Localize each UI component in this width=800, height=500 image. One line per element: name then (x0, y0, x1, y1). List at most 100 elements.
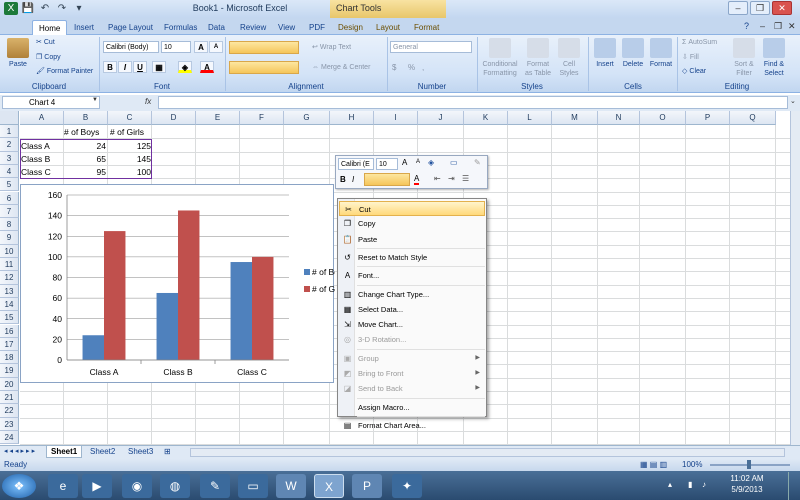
row-header[interactable]: 6 (0, 191, 19, 205)
menu-item-move-chart[interactable]: ⇲ Move Chart... (339, 317, 485, 332)
column-header[interactable]: F (240, 111, 284, 125)
column-header[interactable]: C (108, 111, 152, 125)
mini-align-buttons[interactable] (364, 173, 410, 186)
format-as-table-button[interactable]: Format as Table (523, 38, 553, 78)
tab-formulas[interactable]: Formulas (158, 20, 203, 35)
column-header[interactable]: I (374, 111, 418, 125)
align-top-buttons[interactable] (229, 41, 299, 54)
clear-button[interactable]: ◇ Clear (682, 67, 706, 76)
row-header[interactable]: 4 (0, 164, 19, 179)
paste-button[interactable]: Paste (4, 38, 32, 69)
powerpoint-icon[interactable]: P (352, 474, 382, 498)
row-header[interactable]: 5 (0, 178, 19, 192)
menu-item-reset-to-match-style[interactable]: ↺ Reset to Match Style (339, 250, 485, 265)
close-button[interactable]: ✕ (772, 1, 792, 15)
folder-icon[interactable]: ▭ (238, 474, 268, 498)
tab-home[interactable]: Home (32, 20, 68, 35)
mini-shape-outline-icon[interactable]: ▭ (450, 158, 458, 167)
tab-design[interactable]: Design (332, 20, 369, 35)
zoom-level[interactable]: 100% (682, 460, 702, 469)
clock-date[interactable]: 5/9/2013 (724, 485, 770, 494)
excel-logo-icon[interactable]: X (4, 2, 18, 15)
mini-bullets-icon[interactable]: ☰ (462, 174, 469, 183)
column-header[interactable]: J (418, 111, 464, 125)
bold-button[interactable]: B (103, 61, 117, 73)
copy-button[interactable]: ❐ Copy (36, 53, 61, 62)
help-icon[interactable]: ? (744, 21, 749, 31)
show-desktop-button[interactable] (788, 472, 800, 500)
insert-cells-button[interactable]: Insert (592, 38, 618, 69)
mini-font-select[interactable]: Calibri (E (338, 158, 374, 170)
delete-cells-button[interactable]: Delete (620, 38, 646, 69)
pencil-app-icon[interactable]: ✎ (200, 474, 230, 498)
formula-input[interactable] (158, 96, 788, 109)
percent-button[interactable]: % (408, 63, 415, 72)
underline-button[interactable]: U (133, 61, 147, 73)
fx-icon[interactable]: fx (145, 97, 151, 106)
menu-item-format-chart-area[interactable]: ▤ Format Chart Area... (339, 418, 485, 433)
cell-girls[interactable]: 100 (108, 165, 151, 179)
header-boys[interactable]: # of Boys (64, 125, 99, 139)
tray-network-icon[interactable]: ▮ (688, 480, 692, 489)
row-header[interactable]: 13 (0, 284, 19, 298)
mini-italic-icon[interactable]: I (352, 175, 354, 184)
column-header[interactable]: A (20, 111, 64, 125)
column-header[interactable]: E (196, 111, 240, 125)
format-cells-button[interactable]: Format (648, 38, 674, 69)
tab-data[interactable]: Data (202, 20, 231, 35)
currency-button[interactable]: $ (392, 63, 396, 72)
zoom-slider-thumb[interactable] (747, 460, 751, 469)
tab-insert[interactable]: Insert (68, 20, 100, 35)
tab-format[interactable]: Format (408, 20, 445, 35)
tab-page-layout[interactable]: Page Layout (102, 20, 159, 35)
row-header[interactable]: 16 (0, 324, 19, 338)
minimize-button[interactable]: – (728, 1, 748, 15)
internet-explorer-icon[interactable]: e (48, 474, 78, 498)
row-header[interactable]: 21 (0, 391, 19, 405)
sheet-tab-1[interactable]: Sheet1 (46, 446, 83, 458)
mini-grow-font-icon[interactable]: A (402, 158, 407, 167)
column-header[interactable]: B (64, 111, 108, 125)
mini-format-painter-icon[interactable]: ✎ (474, 158, 481, 167)
vertical-scrollbar[interactable] (790, 111, 800, 445)
number-format-select[interactable]: General (390, 41, 472, 53)
mini-decrease-indent-icon[interactable]: ⇤ (434, 174, 441, 183)
column-header[interactable]: G (284, 111, 330, 125)
menu-item-select-data[interactable]: ▦ Select Data... (339, 302, 485, 317)
excel-taskbar-icon[interactable]: X (314, 474, 344, 498)
find-select-button[interactable]: Find & Select (760, 38, 788, 78)
comma-button[interactable]: , (422, 63, 424, 72)
italic-button[interactable]: I (118, 61, 132, 73)
row-header[interactable]: 2 (0, 138, 19, 152)
redo-icon[interactable]: ↷ (55, 2, 69, 15)
column-header[interactable]: M (552, 111, 598, 125)
tab-layout[interactable]: Layout (370, 20, 406, 35)
format-painter-button[interactable]: 🖌 Format Painter (36, 67, 93, 76)
row-header[interactable]: 22 (0, 404, 19, 418)
cell-boys[interactable]: 95 (64, 165, 106, 179)
insert-sheet-icon[interactable]: ⊞ (164, 447, 171, 456)
column-header[interactable]: L (508, 111, 552, 125)
column-header[interactable]: H (330, 111, 374, 125)
tab-view[interactable]: View (272, 20, 301, 35)
row-header[interactable]: 20 (0, 377, 19, 391)
fill-color-icon[interactable]: ◈ (178, 61, 192, 73)
cell-label[interactable]: Class B (21, 152, 50, 166)
row-header[interactable]: 12 (0, 271, 19, 285)
save-icon[interactable]: 💾 (21, 2, 35, 15)
start-button-icon[interactable]: ❖ (2, 474, 36, 498)
horizontal-scrollbar[interactable] (190, 448, 785, 457)
row-header[interactable]: 24 (0, 430, 19, 445)
maximize-button[interactable]: ❐ (750, 1, 770, 15)
sheet-nav-arrows-icon[interactable]: ◂◂◂▸▸▸ (4, 447, 37, 455)
mini-shrink-font-icon[interactable]: A (416, 159, 420, 165)
font-name-select[interactable]: Calibri (Body) (103, 41, 159, 53)
row-header[interactable]: 7 (0, 204, 19, 219)
menu-item-copy[interactable]: ❐ Copy (339, 216, 485, 231)
row-header[interactable]: 1 (0, 125, 19, 139)
font-color-icon[interactable]: A (200, 61, 214, 73)
ribbon-minimize-icon[interactable]: – (760, 21, 765, 31)
merge-center-button[interactable]: ⇔ Merge & Center (312, 64, 370, 71)
select-all-corner[interactable] (0, 111, 19, 125)
chart-object[interactable]: 0 20 40 60 80 100 120 140 160 Class A Class B Class… (20, 184, 344, 383)
